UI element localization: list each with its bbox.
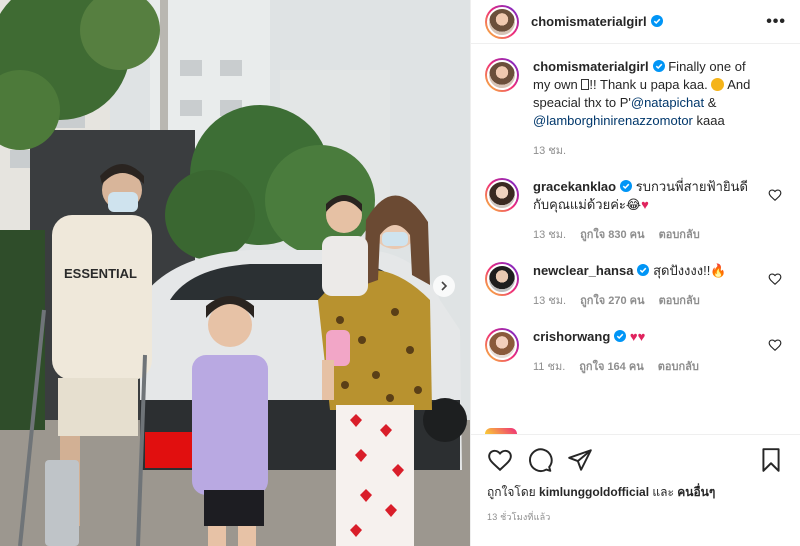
reply-button[interactable]: ตอบกลับ: [658, 361, 699, 373]
mention-lamborghini[interactable]: @lamborghinirenazzomotor: [533, 113, 693, 128]
caption-avatar[interactable]: [485, 58, 519, 92]
mention-natapichat[interactable]: @natapichat: [631, 95, 704, 110]
verified-badge-icon: [650, 15, 663, 27]
verified-badge-icon: [620, 180, 633, 192]
comment-body: newclear_hansa สุดปังงงง!!🔥 13 ชม. ถูกใจ …: [533, 262, 786, 310]
caption: chomismaterialgirl Finally one of my own…: [485, 58, 786, 160]
red-heart-icon: ♥: [637, 329, 646, 344]
comment-avatar[interactable]: [485, 328, 519, 362]
likes-and: และ: [649, 485, 678, 499]
photo-illustration: ESSENTIAL: [0, 0, 470, 546]
caption-body: chomismaterialgirl Finally one of my own…: [533, 58, 786, 160]
caption-meta: 13 ชม.: [533, 142, 758, 160]
comment-body: gracekanklao รบกวนพี่สายฟ้ายินดีกับคุณแม…: [533, 178, 786, 244]
red-heart-icon: ♥: [641, 197, 649, 212]
comment-avatar[interactable]: [485, 178, 519, 212]
caption-amp: &: [704, 95, 717, 110]
verified-badge-icon: [637, 264, 650, 276]
red-heart-icon: ♥: [629, 329, 638, 344]
shirt-text: ESSENTIAL: [64, 266, 137, 281]
caption-text-end: kaaa: [692, 113, 725, 128]
comment-username[interactable]: gracekanklao: [533, 179, 616, 194]
caption-username[interactable]: chomismaterialgirl: [533, 59, 649, 74]
reply-button[interactable]: ตอบกลับ: [659, 295, 700, 307]
verified-badge-icon: [614, 330, 627, 342]
like-comment-heart-icon[interactable]: [768, 272, 782, 286]
verified-badge-icon: [652, 60, 665, 72]
liked-by-user[interactable]: kimlunggoldofficial: [539, 485, 649, 499]
comment-avatar[interactable]: [485, 262, 519, 296]
carousel-next-button[interactable]: [433, 275, 455, 297]
comment-username[interactable]: crishorwang: [533, 329, 610, 344]
likes-prefix: ถูกใจโดย: [487, 485, 540, 499]
comment-username[interactable]: newclear_hansa: [533, 263, 633, 278]
comment-meta: 11 ชม. ถูกใจ 164 คน ตอบกลับ: [533, 358, 758, 376]
post-dialog: ESSENTIAL chomismaterialgirl ••• chomism…: [0, 0, 800, 546]
more-options-button[interactable]: •••: [766, 13, 786, 31]
bookmark-save-icon[interactable]: [758, 447, 784, 473]
comment-likes[interactable]: ถูกใจ 830 คน: [580, 229, 644, 241]
author-avatar[interactable]: [485, 4, 519, 39]
post-header: chomismaterialgirl •••: [471, 0, 800, 44]
likes-summary: ถูกใจโดย kimlunggoldofficial และ คนอื่นๆ: [487, 483, 784, 502]
like-comment-heart-icon[interactable]: [768, 338, 782, 352]
share-send-icon[interactable]: [567, 447, 593, 473]
comment-time[interactable]: 11 ชม.: [533, 361, 565, 373]
comment-text: สุดปังงงง!!🔥: [653, 263, 727, 278]
comment-item: gracekanklao รบกวนพี่สายฟ้ายินดีกับคุณแม…: [485, 178, 786, 244]
comment-time[interactable]: 13 ชม.: [533, 229, 566, 241]
post-photo[interactable]: ESSENTIAL: [0, 0, 470, 546]
comment-likes[interactable]: ถูกใจ 270 คน: [580, 295, 644, 307]
caption-time[interactable]: 13 ชม.: [533, 145, 566, 157]
comment-likes[interactable]: ถูกใจ 164 คน: [579, 361, 643, 373]
action-icons: [487, 443, 784, 477]
comment-time[interactable]: 13 ชม.: [533, 295, 566, 307]
comment-icon[interactable]: [527, 447, 553, 473]
comment-meta: 13 ชม. ถูกใจ 270 คน ตอบกลับ: [533, 292, 758, 310]
author-username[interactable]: chomismaterialgirl: [531, 14, 663, 29]
post-actions: ถูกใจโดย kimlunggoldofficial และ คนอื่นๆ…: [471, 434, 800, 546]
post-sidebar: chomismaterialgirl ••• chomismaterialgir…: [470, 0, 800, 546]
liked-by-others[interactable]: คนอื่นๆ: [677, 485, 715, 499]
comment-item: newclear_hansa สุดปังงงง!!🔥 13 ชม. ถูกใจ …: [485, 262, 786, 310]
posted-time[interactable]: 13 ชั่วโมงที่แล้ว: [487, 510, 784, 524]
like-comment-heart-icon[interactable]: [768, 188, 782, 202]
chevron-right-icon: [441, 281, 448, 291]
comment-item: crishorwang ♥♥ 11 ชม. ถูกใจ 164 คน ตอบกลับ: [485, 328, 786, 376]
emoji-icon: [711, 78, 725, 91]
comment-body: crishorwang ♥♥ 11 ชม. ถูกใจ 164 คน ตอบกลับ: [533, 328, 786, 376]
like-heart-icon[interactable]: [487, 447, 513, 473]
reply-button[interactable]: ตอบกลับ: [659, 229, 700, 241]
comments-list[interactable]: chomismaterialgirl Finally one of my own…: [471, 44, 800, 434]
caption-text-2: !! Thank u papa kaa.: [589, 77, 712, 92]
comment-meta: 13 ชม. ถูกใจ 830 คน ตอบกลับ: [533, 226, 758, 244]
